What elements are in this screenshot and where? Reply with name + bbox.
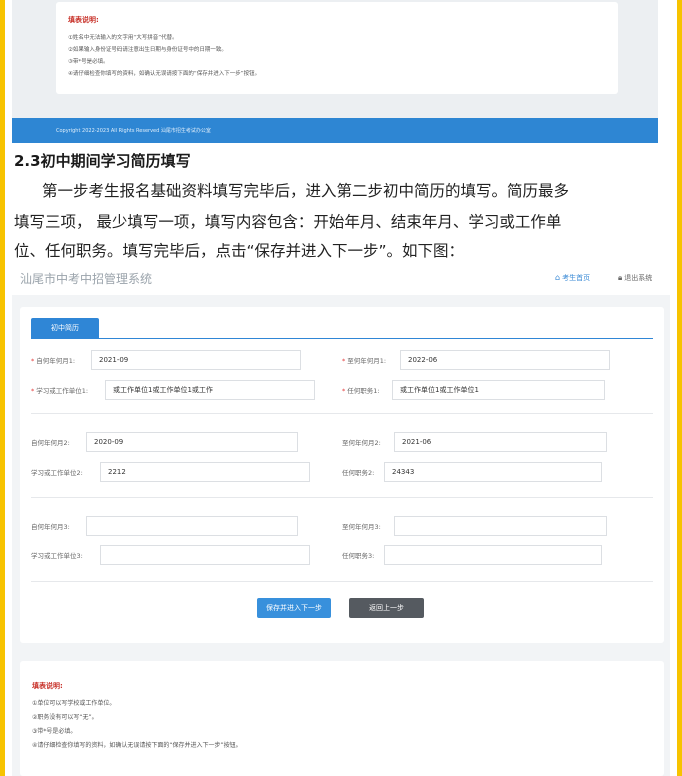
post-input-1[interactable]: 或工作单位1或工作单位1 [392, 380, 605, 400]
resume-form-panel: 初中简历 * 自何年何月1: 2021-09 * 至何年何月1: 2022-06 *… [20, 307, 664, 643]
instructions-panel: 填表说明: ①单位可以写学校或工作单位。 ②职务没有可以写“无”。 ③带*号是必… [20, 661, 664, 776]
end-date-label-2: 至何年何月2: [342, 439, 381, 447]
end-date-input-2[interactable]: 2021-06 [394, 432, 607, 452]
end-date-label-1: * 至何年何月1: [342, 357, 387, 365]
instruction-line: ③带*号是必填。 [68, 59, 109, 65]
instruction-line: ②如果输入身份证号码请注意出生日期与身份证号中的日期一致。 [68, 47, 227, 53]
paragraph-line: 位、任何职务。填写完毕后，点击“保存并进入下一步”。如下图： [14, 242, 465, 260]
page-border-left [0, 0, 5, 776]
start-date-input-3[interactable] [86, 516, 298, 536]
nav-home-link[interactable]: ⌂ 考生首页 [555, 273, 590, 283]
section-heading: 2.3初中期间学习简历填写 [14, 152, 191, 170]
required-mark: * [31, 357, 35, 365]
required-mark: * [342, 357, 346, 365]
end-date-label-3: 至何年何月3: [342, 523, 381, 531]
instructions-title: 填表说明: [68, 16, 99, 24]
back-button[interactable]: 返回上一步 [349, 598, 424, 618]
system-header: 汕尾市中考中招管理系统 ⌂ 考生首页 🔒︎ 退出系统 [12, 263, 670, 295]
nav-exit-label: 退出系统 [624, 274, 653, 282]
article-page: 填表说明: ①姓名中无法输入的文字用“大写拼音”代替。 ②如果输入身份证号码请注… [0, 0, 682, 776]
instruction-line: ②职务没有可以写“无”。 [32, 714, 98, 721]
instruction-line: ④请仔细检查你填写的资料，如确认无误请按下面的“保存并进入下一步”按钮。 [68, 71, 261, 77]
instruction-line: ③带*号是必填。 [32, 728, 77, 735]
post-input-3[interactable] [384, 545, 602, 565]
tab-underline [31, 338, 653, 339]
lock-icon: 🔒︎ [618, 273, 623, 282]
entry-divider [31, 497, 653, 498]
instructions-title: 填表说明: [32, 682, 63, 690]
entry-divider [31, 581, 653, 582]
resume-form-screenshot: 汕尾市中考中招管理系统 ⌂ 考生首页 🔒︎ 退出系统 初中简历 * 自何年何月1: 2… [12, 263, 670, 776]
start-date-label-3: 自何年何月3: [31, 523, 70, 531]
post-input-2[interactable]: 24343 [384, 462, 602, 482]
system-title: 汕尾市中考中招管理系统 [20, 272, 153, 286]
paragraph-line: 填写三项， 最少填写一项，填写内容包含：开始年月、结束年月、学习或工作单 [14, 213, 562, 231]
instruction-line: ④请仔细检查你填写的资料，如确认无误请按下面的“保存并进入下一步”按钮。 [32, 742, 242, 749]
start-date-label-1: * 自何年何月1: [31, 357, 76, 365]
instruction-line: ①单位可以写学校或工作单位。 [32, 700, 116, 707]
tab-junior-resume[interactable]: 初中简历 [31, 318, 99, 338]
post-label-3: 任何职务3: [342, 552, 375, 560]
end-date-input-3[interactable] [394, 516, 607, 536]
start-date-input-1[interactable]: 2021-09 [91, 350, 301, 370]
entry-divider [31, 413, 653, 414]
copyright-text: Copyright 2022-2023 All Rights Reserved … [56, 128, 211, 134]
required-mark: * [342, 387, 346, 395]
post-label-1: * 任何职务1: [342, 387, 380, 395]
end-date-input-1[interactable]: 2022-06 [400, 350, 610, 370]
save-and-next-button[interactable]: 保存并进入下一步 [257, 598, 331, 618]
post-label-2: 任何职务2: [342, 469, 375, 477]
paragraph-line: 第一步考生报名基础资料填写完毕后，进入第二步初中简历的填写。简历最多 [42, 182, 570, 200]
start-date-input-2[interactable]: 2020-09 [86, 432, 298, 452]
unit-input-1[interactable]: 或工作单位1或工作单位1或工作 [105, 380, 315, 400]
unit-input-2[interactable]: 2212 [100, 462, 310, 482]
instructions-card: 填表说明: ①姓名中无法输入的文字用“大写拼音”代替。 ②如果输入身份证号码请注… [56, 2, 618, 94]
page-border-right [677, 0, 682, 776]
unit-label-1: * 学习或工作单位1: [31, 387, 89, 395]
required-mark: * [31, 387, 35, 395]
unit-input-3[interactable] [100, 545, 310, 565]
previous-step-screenshot: 填表说明: ①姓名中无法输入的文字用“大写拼音”代替。 ②如果输入身份证号码请注… [12, 0, 658, 143]
unit-label-2: 学习或工作单位2: [31, 469, 83, 477]
site-footer: Copyright 2022-2023 All Rights Reserved … [12, 118, 658, 143]
nav-exit-link[interactable]: 🔒︎ 退出系统 [618, 273, 652, 283]
nav-home-label: 考生首页 [562, 274, 591, 282]
home-icon: ⌂ [555, 273, 561, 282]
unit-label-3: 学习或工作单位3: [31, 552, 83, 560]
start-date-label-2: 自何年何月2: [31, 439, 70, 447]
instruction-line: ①姓名中无法输入的文字用“大写拼音”代替。 [68, 35, 178, 41]
